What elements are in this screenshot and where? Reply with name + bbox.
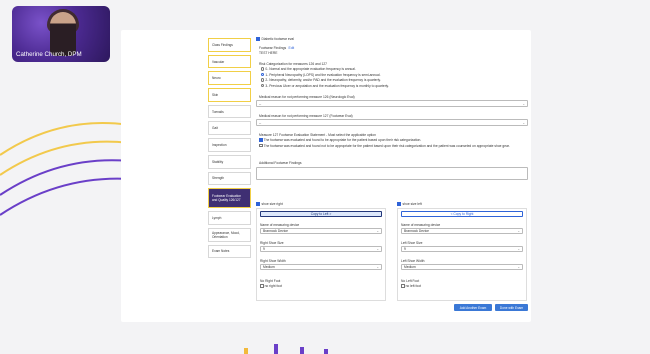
no-right-foot-row[interactable]: no right foot (260, 284, 282, 288)
chevron-down-icon: ⌄ (517, 229, 520, 233)
sidebar-item-vascular[interactable]: Vascular (208, 54, 251, 69)
diabetic-eval-checkbox[interactable] (256, 37, 260, 41)
risk-option[interactable]: 1- Peripheral Neuropathy (LOPS) and the … (261, 73, 380, 77)
copy-to-right-button[interactable]: < Copy to Right (401, 211, 523, 217)
copy-to-left-button[interactable]: Copy to Left > (260, 211, 382, 217)
sidebar-item-footwear-evaluation-and-quality-126-127[interactable]: Footwear Evaluation and Quality 126/127 (208, 188, 251, 209)
right-size-label: Right Shoe Size (260, 241, 284, 245)
risk-option-label: 0- Normal and the appropriate evaluation… (265, 67, 356, 71)
presenter-figure (50, 12, 76, 56)
sidebar-item-exam-notes[interactable]: Exam Notes (208, 244, 251, 259)
reason127-value: -- (259, 120, 262, 125)
measure127-option-label: The footwear was evaluated and found not… (263, 143, 510, 148)
right-device-value: Brannock Device (263, 229, 288, 233)
add-another-exam-button[interactable]: Add Another Exam (454, 304, 492, 311)
right-width-label: Right Shoe Width (260, 259, 286, 263)
chevron-down-icon: ⌄ (376, 265, 379, 269)
reason127-label: Medical reason for not performing measur… (259, 114, 353, 118)
sidebar-item-inspection[interactable]: Inspection (208, 138, 251, 152)
reason126-value: -- (259, 101, 262, 106)
risk-radio[interactable] (261, 67, 265, 71)
no-left-foot-checkbox[interactable] (401, 284, 405, 288)
measure127-label: Measure 127 Footwear Evaluation Statemen… (259, 133, 376, 137)
diabetic-eval-row[interactable]: Diabetic footwear eval (256, 37, 294, 41)
risk-option-label: 3- Previous Ulcer or amputation and the … (265, 83, 389, 88)
measure127-option[interactable]: The footwear was evaluated and found not… (259, 144, 527, 148)
measure127-checkbox[interactable] (259, 143, 263, 148)
brand-logo-bars (244, 344, 328, 354)
exam-sidebar: Class Findings Vascular Neuro Skin Toenails G… (208, 38, 251, 261)
no-right-foot-text: no right foot (264, 284, 283, 288)
right-device-select[interactable]: Brannock Device ⌄ (260, 228, 382, 234)
right-width-value: Medium (263, 265, 275, 269)
sidebar-item-appearance-mood-orientation[interactable]: Appearance, Mood, Orientation (208, 227, 251, 242)
no-right-foot-checkbox[interactable] (260, 284, 264, 288)
chevron-down-icon: ⌄ (522, 102, 525, 106)
decorative-waves (0, 122, 130, 216)
no-left-foot-text: no left foot (405, 284, 421, 288)
sidebar-item-neuro[interactable]: Neuro (208, 71, 251, 86)
risk-option[interactable]: 3- Previous Ulcer or amputation and the … (261, 84, 389, 88)
risk-option-label: 2- Neuropathy, deformity, and/or PAD and… (265, 78, 381, 82)
shoe-size-left-checkbox[interactable] (397, 202, 401, 206)
left-width-label: Left Shoe Width (401, 259, 425, 263)
right-size-value: 9 (263, 247, 265, 251)
chevron-down-icon: ⌄ (522, 121, 525, 125)
left-size-label: Left Shoe Size (401, 241, 423, 245)
shoe-size-right-row[interactable]: shoe size right (256, 202, 283, 206)
risk-radio[interactable] (261, 72, 265, 77)
shoe-size-left-label: shoe size left (402, 202, 422, 206)
sidebar-item-stability[interactable]: Stability (208, 154, 251, 169)
additional-findings-textarea[interactable] (256, 167, 528, 180)
measure127-option[interactable]: The footwear was evaluated and found to … (259, 138, 527, 142)
presenter-video: Catherine Church, DPM (12, 6, 110, 62)
left-device-value: Brannock Device (404, 229, 429, 233)
exam-card: Class Findings Vascular Neuro Skin Toenails G… (121, 30, 531, 322)
risk-option-label: 1- Peripheral Neuropathy (LOPS) and the … (265, 72, 381, 77)
reason126-label: Medical reason for not performing measur… (259, 95, 355, 99)
presenter-name: Catherine Church, DPM (16, 51, 82, 58)
risk-heading: Risk Categorization for measures 126 and… (259, 62, 327, 66)
right-width-select[interactable]: Medium ⌄ (260, 264, 382, 270)
chevron-down-icon: ⌄ (376, 247, 379, 251)
measure127-option-label: The footwear was evaluated and found to … (263, 138, 422, 142)
sidebar-item-lymph[interactable]: Lymph (208, 211, 251, 225)
sidebar-item-strength[interactable]: Strength (208, 171, 251, 186)
reason126-select[interactable]: -- ⌄ (256, 100, 528, 107)
shoe-size-left-row[interactable]: shoe size left (397, 202, 422, 206)
left-size-select[interactable]: 9 ⌄ (401, 246, 523, 252)
findings-row: Footwear Findings Edit (259, 46, 294, 50)
left-device-label: Name of measuring device (401, 223, 441, 227)
shoe-size-right-label: shoe size right (261, 202, 283, 206)
sidebar-item-toenails[interactable]: Toenails (208, 104, 251, 119)
risk-option[interactable]: 2- Neuropathy, deformity, and/or PAD and… (261, 78, 381, 82)
diabetic-eval-label: Diabetic footwear eval (261, 37, 294, 41)
findings-label: Footwear Findings (259, 46, 287, 50)
risk-option[interactable]: 0- Normal and the appropriate evaluation… (261, 67, 356, 71)
risk-radio[interactable] (261, 83, 265, 88)
left-device-select[interactable]: Brannock Device ⌄ (401, 228, 523, 234)
no-left-foot-row[interactable]: no left foot (401, 284, 421, 288)
sidebar-item-class-findings[interactable]: Class Findings (208, 38, 251, 52)
no-left-foot-label: No Left Foot (401, 279, 420, 283)
right-device-label: Name of measuring device (260, 223, 300, 227)
additional-findings-label: Additional Footwear Findings (259, 161, 302, 165)
shoe-size-right-checkbox[interactable] (256, 202, 260, 206)
no-right-foot-label: No Right Foot (260, 279, 281, 283)
left-size-value: 9 (404, 247, 406, 251)
left-width-value: Medium (404, 265, 416, 269)
chevron-down-icon: ⌄ (517, 265, 520, 269)
sidebar-item-skin[interactable]: Skin (208, 88, 251, 102)
findings-text: TEST HERE (259, 51, 278, 55)
chevron-down-icon: ⌄ (376, 229, 379, 233)
left-width-select[interactable]: Medium ⌄ (401, 264, 523, 270)
sidebar-item-gait[interactable]: Gait (208, 121, 251, 136)
right-size-select[interactable]: 9 ⌄ (260, 246, 382, 252)
risk-radio[interactable] (261, 78, 265, 82)
chevron-down-icon: ⌄ (517, 247, 520, 251)
measure127-checkbox[interactable] (259, 138, 263, 142)
done-with-exam-button[interactable]: Done with Exam (495, 304, 528, 311)
reason127-select[interactable]: -- ⌄ (256, 119, 528, 126)
findings-edit-link[interactable]: Edit (289, 46, 295, 50)
